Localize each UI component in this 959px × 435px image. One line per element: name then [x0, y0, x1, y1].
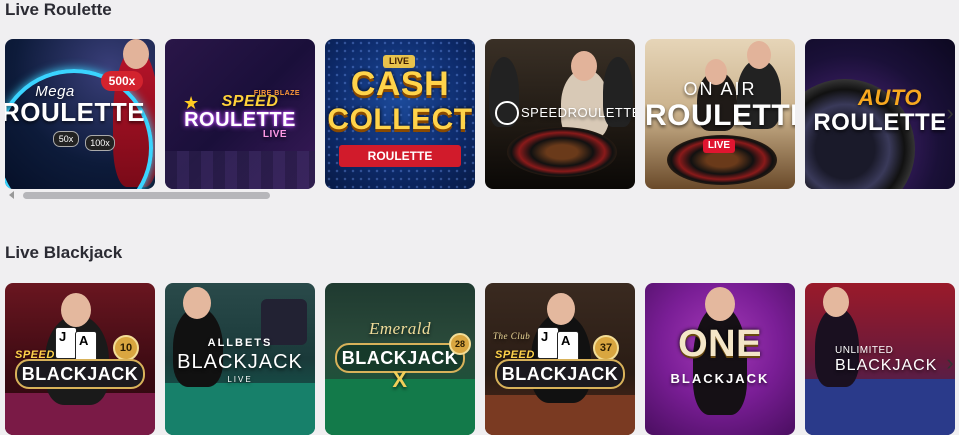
tile-text-roulette: ROULETTE — [645, 99, 795, 132]
table-felt — [165, 383, 315, 435]
seat-number-badge: 28 — [449, 333, 471, 355]
tile-text-blackjack: BLACKJACK — [177, 351, 303, 373]
game-tile-speed-roulette[interactable]: SPEEDROULETTE — [485, 39, 635, 189]
tile-text-roulette: ROULETTE — [813, 109, 947, 136]
dealer-head — [123, 39, 149, 69]
dealer-head — [183, 287, 211, 319]
tile-text-one: ONE — [678, 323, 762, 365]
scrollbar-thumb[interactable] — [23, 192, 270, 199]
section-title-live-blackjack: Live Blackjack — [5, 243, 123, 262]
tile-text-on-air: ON AIR — [683, 79, 757, 99]
chip-100x: 100x — [85, 135, 115, 151]
speed-logo-icon — [495, 101, 519, 125]
triangle-left-icon[interactable] — [9, 191, 14, 199]
tile-text-blackjack: BLACKJACK — [15, 359, 145, 389]
tile-text-cash: CASH — [350, 65, 450, 103]
game-tile-club-speed-blackjack[interactable]: The Club J A 37 SPEED BLACKJACK — [485, 283, 635, 435]
tile-text-allbets: ALLBETS — [207, 337, 273, 349]
game-tile-one-blackjack[interactable]: ONE BLACKJACK — [645, 283, 795, 435]
game-tile-unlimited-blackjack[interactable]: UNLIMITED BLACKJACK — [805, 283, 955, 435]
tile-text-x: X — [392, 367, 408, 392]
tile-text-blackjack: BLACKJACK — [495, 359, 625, 389]
tile-text-unlimited: UNLIMITED — [835, 345, 894, 356]
dealer-head — [547, 293, 575, 325]
roulette-wheel — [507, 127, 617, 177]
multiplier-badge: 500x — [101, 71, 143, 91]
dealer-head — [705, 287, 735, 321]
chip-50x: 50x — [53, 131, 79, 147]
tile-text-roulette: ROULETTE — [5, 97, 146, 127]
chevron-right-icon[interactable]: › — [941, 345, 959, 381]
tile-text-collect: COLLECT — [327, 103, 473, 136]
table-felt — [805, 379, 955, 435]
chevron-right-icon[interactable]: › — [941, 95, 959, 131]
section-title-live-roulette: Live Roulette — [5, 0, 112, 19]
dealer-head — [823, 287, 849, 317]
host-head — [747, 41, 771, 69]
dealer-head — [571, 51, 597, 81]
game-tile-speed-blackjack[interactable]: J A 10 SPEED BLACKJACK — [5, 283, 155, 435]
horizontal-scrollbar[interactable] — [5, 191, 275, 200]
game-tile-all-bets-blackjack[interactable]: ALLBETS BLACKJACK LIVE — [165, 283, 315, 435]
game-tile-on-air-roulette[interactable]: ON AIR ROULETTE LIVE — [645, 39, 795, 189]
tile-text-blackjack: BLACKJACK — [835, 357, 938, 374]
game-tile-cash-collect-roulette[interactable]: LIVE CASH COLLECT ROULETTE — [325, 39, 475, 189]
tile-text-speed-roulette: SPEEDROULETTE — [521, 105, 635, 120]
live-badge: LIVE — [703, 139, 735, 153]
live-blackjack-carousel[interactable]: J A 10 SPEED BLACKJACK ALLBETS BLACKJACK… — [5, 283, 959, 435]
game-tile-mega-roulette[interactable]: Mega ROULETTE 500x 50x 100x — [5, 39, 155, 189]
floor-pattern — [165, 151, 315, 189]
tile-text-roulette: ROULETTE — [339, 145, 461, 167]
live-roulette-carousel[interactable]: Mega ROULETTE 500x 50x 100x ★ SPEED FIRE… — [5, 39, 959, 189]
dealer-head — [61, 293, 91, 327]
game-tile-emerald-blackjack[interactable]: Emerald BLACKJACK 28 X — [325, 283, 475, 435]
tile-text-blackjack: BLACKJACK — [670, 371, 770, 386]
game-tile-mega-fire-blaze-roulette[interactable]: ★ SPEED FIRE BLAZE ROULETTE LIVE — [165, 39, 315, 189]
tile-text-live: LIVE — [262, 129, 288, 140]
game-tile-auto-roulette[interactable]: AUTO ROULETTE — [805, 39, 955, 189]
tile-text-live: LIVE — [227, 375, 253, 384]
tile-text-fire-blaze: FIRE BLAZE — [253, 90, 301, 97]
tile-text-auto: AUTO — [858, 85, 922, 110]
